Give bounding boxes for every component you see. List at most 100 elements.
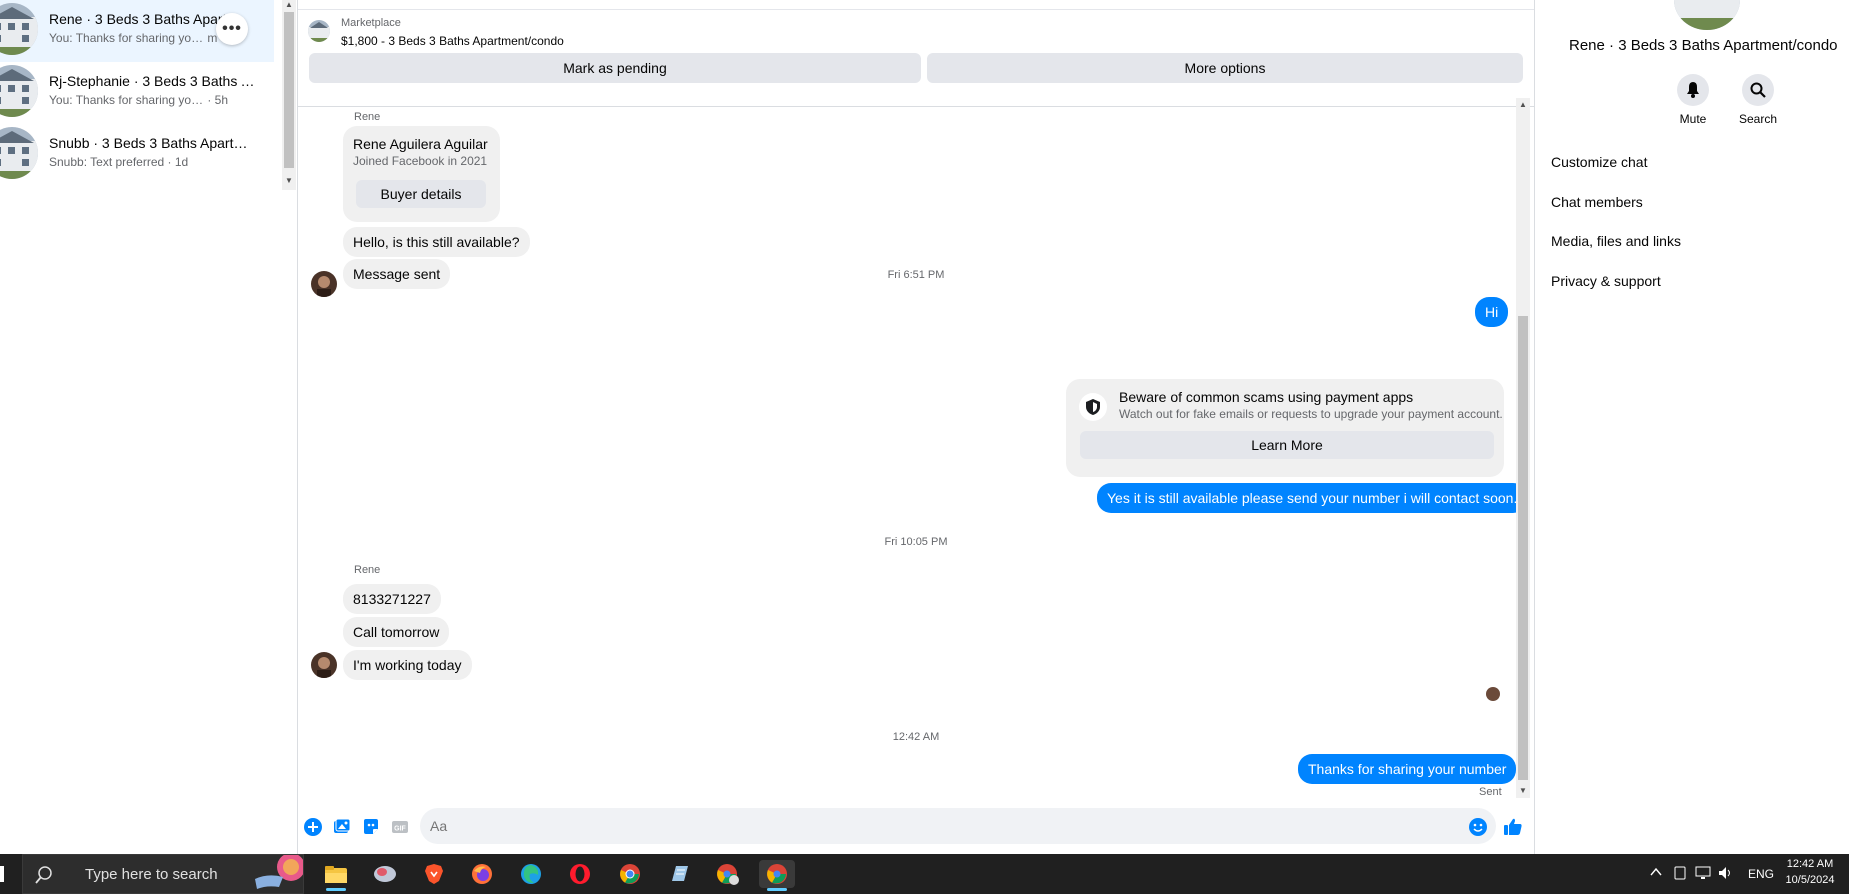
conversation-more-button[interactable]: ••• [216,13,248,45]
composer: GIF [298,808,1534,848]
start-button[interactable] [0,866,4,882]
like-icon[interactable] [1503,817,1523,837]
search-placeholder: Type here to search [85,866,218,883]
notepad-icon[interactable] [661,860,697,888]
chat-scrollbar[interactable]: ▲ ▼ [1516,98,1530,798]
learn-more-button[interactable]: Learn More [1080,431,1494,459]
menu-media-files-links[interactable]: Media, files and links [1551,233,1681,249]
sender-name: Rene [354,111,381,123]
message-bubble: Hi [1475,297,1509,327]
app-icon[interactable] [367,860,403,888]
chat-header: Marketplace $1,800 - 3 Beds 3 Baths Apar… [298,9,1534,107]
sidebar-scrollbar[interactable]: ▲ ▼ [282,0,296,190]
menu-customize-chat[interactable]: Customize chat [1551,154,1647,170]
emoji-icon[interactable] [1468,817,1488,837]
message-bubble: Yes it is still available please send yo… [1097,483,1528,513]
mute-action[interactable]: Mute [1663,74,1723,126]
conversation-list: Rene · 3 Beds 3 Baths Apart… You: Thanks… [0,0,280,854]
scrollbar-thumb[interactable] [1518,316,1528,780]
sticker-icon[interactable] [361,817,381,837]
menu-privacy-support[interactable]: Privacy & support [1551,273,1661,289]
timestamp: Fri 10:05 PM [884,536,948,548]
preview-time: · 5h [207,92,229,107]
photo-icon[interactable] [332,817,352,837]
taskbar-search[interactable]: Type here to search [22,854,304,894]
language-indicator[interactable]: ENG [1748,867,1774,881]
buyer-joined: Joined Facebook in 2021 [353,154,488,168]
listing-thumbnail [0,65,38,117]
chrome-active-icon[interactable] [759,860,795,891]
preview-time: · 1d [167,154,189,169]
gif-icon[interactable]: GIF [390,817,410,837]
clock[interactable]: 12:42 AM 10/5/2024 [1778,858,1842,886]
conversation-title: Rj-Stephanie · 3 Beds 3 Baths A… [49,73,259,89]
plus-icon[interactable] [303,817,323,837]
scam-title: Beware of common scams using payment app… [1119,389,1414,405]
listing-thumbnail [0,3,38,55]
menu-chat-members[interactable]: Chat members [1551,194,1643,210]
clock-date: 10/5/2024 [1785,874,1835,886]
listing-title[interactable]: $1,800 - 3 Beds 3 Baths Apartment/condo [341,34,564,48]
search-icon [35,866,52,884]
shield-icon [1079,393,1107,421]
opera-icon[interactable] [562,860,598,888]
message-bubble: Thanks for sharing your number [1298,754,1517,784]
scrollbar-thumb[interactable] [284,12,294,168]
buyer-card: Rene Aguilera Aguilar Joined Facebook in… [343,126,500,222]
preview-text: You: Thanks for sharing your num… [49,92,204,107]
listing-thumbnail [0,127,38,179]
volume-icon[interactable] [1718,866,1734,883]
file-explorer-icon[interactable] [318,860,354,891]
message-bubble: I'm working today [343,650,472,680]
listing-thumbnail[interactable] [308,20,330,42]
conversation-title: Snubb · 3 Beds 3 Baths Apartm… [49,135,259,151]
timestamp: Fri 6:51 PM [887,269,945,281]
sender-name: Rene [354,564,381,576]
clock-time: 12:42 AM [1786,858,1834,870]
conversation-info-panel: Rene · 3 Beds 3 Baths Apartment/condo Mu… [1534,0,1849,854]
preview-text: Snubb: Text preferred [49,154,165,169]
gif-label: GIF [394,826,406,833]
seen-avatar [1486,687,1500,701]
scroll-up-icon[interactable]: ▲ [1519,100,1527,109]
brave-icon[interactable] [416,860,452,888]
conversation-preview: You: Thanks for sharing your num… m [49,30,217,45]
buyer-details-button[interactable]: Buyer details [356,180,486,208]
scroll-up-icon[interactable]: ▲ [285,0,293,9]
mark-pending-button[interactable]: Mark as pending [309,53,921,83]
message-input[interactable] [420,808,1496,844]
sent-status: Sent [1479,786,1502,798]
chrome-profile-icon[interactable] [710,860,746,888]
chevron-up-icon[interactable] [1650,867,1662,880]
conversation-preview: Snubb: Text preferred · 1d [49,154,188,169]
search-label: Search [1738,112,1778,126]
marketplace-label: Marketplace [341,17,401,29]
bell-icon[interactable] [1677,74,1709,106]
scroll-down-icon[interactable]: ▼ [285,176,293,185]
more-options-button[interactable]: More options [927,53,1523,83]
chrome-icon[interactable] [612,860,648,888]
avatar[interactable] [311,652,337,678]
message-bubble: Hello, is this still available? [343,227,530,257]
timestamp: 12:42 AM [892,731,940,743]
network-icon[interactable] [1695,866,1711,883]
conversation-item[interactable]: Rene · 3 Beds 3 Baths Apart… You: Thanks… [0,0,274,62]
scam-subtitle: Watch out for fake emails or requests to… [1119,407,1503,421]
search-highlight-image [255,855,303,889]
scam-warning-card: Beware of common scams using payment app… [1066,379,1504,477]
search-icon[interactable] [1742,74,1774,106]
scroll-down-icon[interactable]: ▼ [1519,786,1527,795]
edge-icon[interactable] [513,860,549,888]
conversation-item[interactable]: Snubb · 3 Beds 3 Baths Apartm… Snubb: Te… [0,124,274,186]
message-bubble: 8133271227 [343,584,441,614]
conversation-item[interactable]: Rj-Stephanie · 3 Beds 3 Baths A… You: Th… [0,62,274,124]
mute-label: Mute [1679,112,1707,126]
listing-avatar [1674,0,1740,30]
device-icon[interactable] [1673,866,1687,883]
message-bubble: Call tomorrow [343,617,450,647]
preview-text: You: Thanks for sharing your num… [49,30,204,45]
firefox-icon[interactable] [464,860,500,888]
chat-pane: Marketplace $1,800 - 3 Beds 3 Baths Apar… [298,0,1534,854]
search-action[interactable]: Search [1728,74,1788,126]
message-list: Rene Rene Aguilera Aguilar Joined Facebo… [298,99,1534,799]
